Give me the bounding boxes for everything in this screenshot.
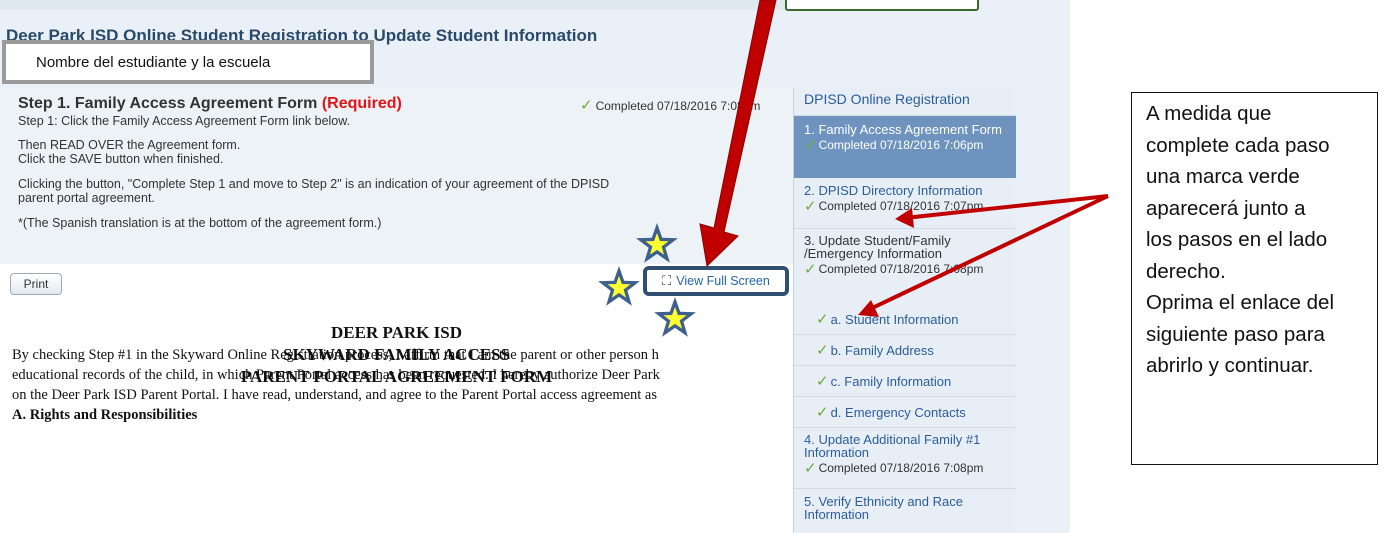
star-icon [598, 266, 640, 306]
annotation-overlay [598, 0, 1109, 337]
star-icon [654, 297, 696, 337]
arrow-icon [699, 0, 777, 268]
arrow-icon [858, 194, 1109, 317]
star-icon [636, 223, 678, 263]
